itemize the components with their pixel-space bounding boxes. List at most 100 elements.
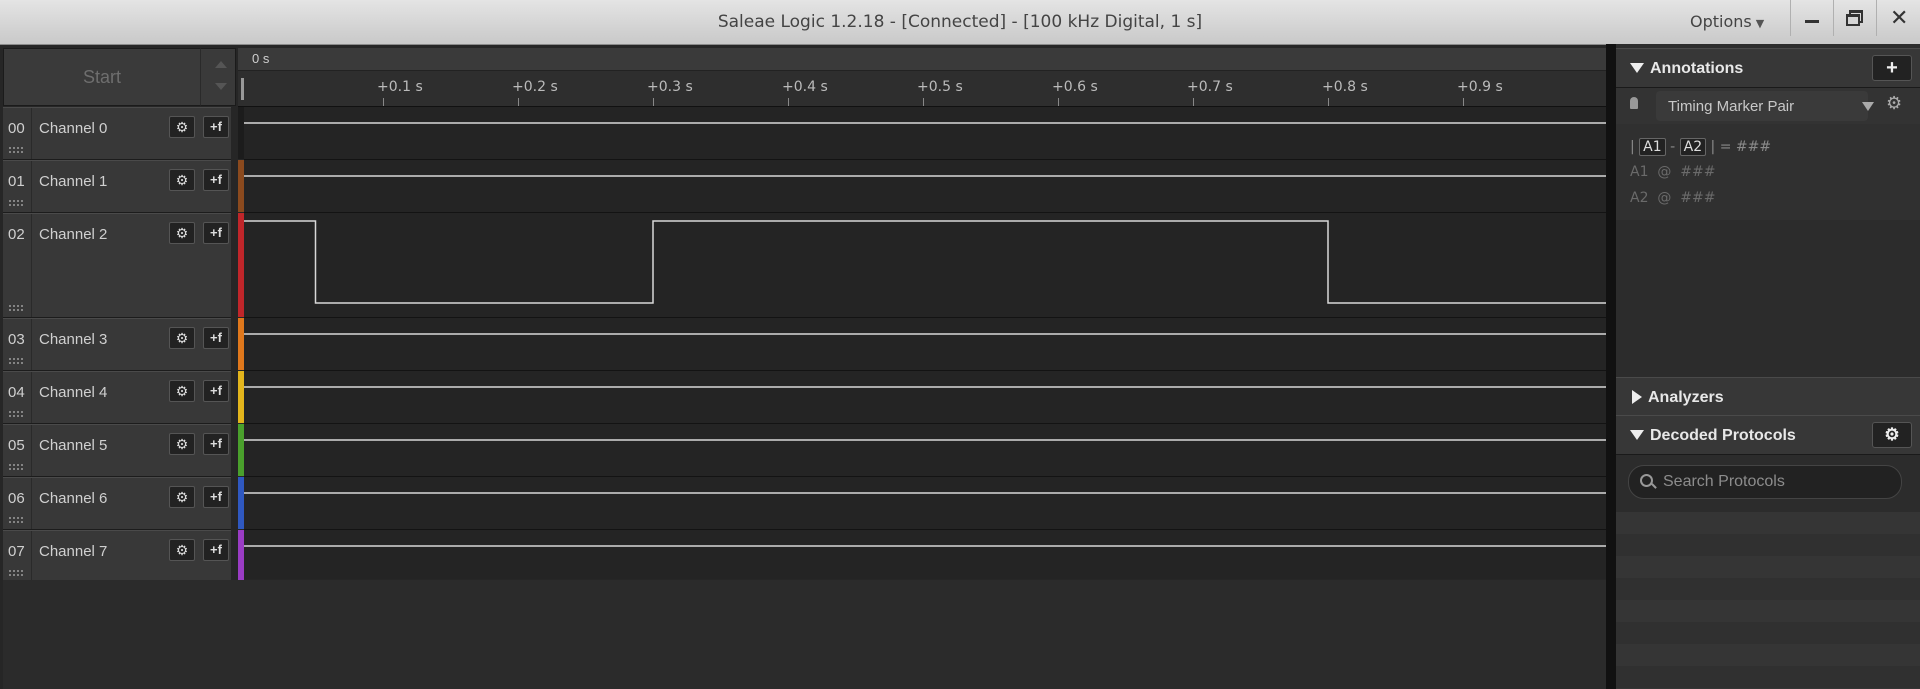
- channel-name[interactable]: Channel 4: [39, 384, 107, 401]
- timeline-left-handle[interactable]: [241, 78, 244, 100]
- options-menu-button[interactable]: Options ▼: [1690, 12, 1764, 31]
- drag-handle-icon[interactable]: [8, 146, 24, 153]
- channel-row-03[interactable]: 03 Channel 3 ⚙ +f: [3, 318, 231, 371]
- trigger-edge-icon: +f: [210, 172, 222, 187]
- timeline-tick-label: +0.5 s: [917, 79, 963, 95]
- decoded-protocols-title: Decoded Protocols: [1650, 427, 1796, 444]
- channel-name[interactable]: Channel 5: [39, 437, 107, 454]
- decoded-protocols-header[interactable]: Decoded Protocols ⚙: [1616, 415, 1920, 455]
- drag-handle-icon[interactable]: [8, 357, 24, 364]
- gear-icon: ⚙: [175, 330, 189, 346]
- channel-name[interactable]: Channel 1: [39, 173, 107, 190]
- channel-settings-button[interactable]: ⚙: [169, 486, 195, 508]
- drag-handle-icon[interactable]: [8, 410, 24, 417]
- drag-handle-icon[interactable]: [8, 516, 24, 523]
- chevron-down-icon[interactable]: [1862, 102, 1874, 111]
- channel-row-07[interactable]: 07 Channel 7 ⚙ +f: [3, 530, 231, 583]
- drag-handle-icon[interactable]: [8, 304, 24, 311]
- formula-minus: -: [1670, 139, 1676, 155]
- drag-handle-icon[interactable]: [8, 463, 24, 470]
- timeline-tick-label: +0.2 s: [512, 79, 558, 95]
- timeline-tick-mark: [1328, 98, 1329, 106]
- marker-a1-value: ###: [1680, 164, 1716, 180]
- trigger-edge-icon: +f: [210, 436, 222, 451]
- marker-a2-badge: A2: [1679, 138, 1707, 156]
- trigger-edge-icon: +f: [210, 383, 222, 398]
- channel-trigger-button[interactable]: +f: [203, 380, 229, 402]
- marker-pin-icon: [1630, 97, 1638, 109]
- spinner-arrows: [207, 55, 235, 99]
- timeline-tick-mark: [923, 98, 924, 106]
- decoded-protocols-list[interactable]: [1616, 512, 1920, 689]
- spinner-up-icon[interactable]: [215, 61, 227, 68]
- add-annotation-button[interactable]: +: [1872, 55, 1912, 81]
- window-title: Saleae Logic 1.2.18 - [Connected] - [100…: [717, 12, 1203, 32]
- analyzers-header[interactable]: Analyzers: [1616, 377, 1920, 417]
- timeline-origin-label: 0 s: [252, 51, 270, 66]
- gear-icon: ⚙: [175, 172, 189, 188]
- channel-name[interactable]: Channel 3: [39, 331, 107, 348]
- analyzers-title: Analyzers: [1648, 389, 1724, 406]
- channel-row-06[interactable]: 06 Channel 6 ⚙ +f: [3, 477, 231, 530]
- channel-row-00[interactable]: 00 Channel 0 ⚙ +f: [3, 107, 231, 160]
- channel-settings-button[interactable]: ⚙: [169, 169, 195, 191]
- channel-row-01[interactable]: 01 Channel 1 ⚙ +f: [3, 160, 231, 213]
- search-protocols-input[interactable]: [1661, 470, 1895, 494]
- drag-handle-icon[interactable]: [8, 569, 24, 576]
- waveform-traces: [244, 122, 1606, 547]
- timeline-tick-mark: [383, 98, 384, 106]
- channel-settings-button[interactable]: ⚙: [169, 539, 195, 561]
- channel-trigger-button[interactable]: +f: [203, 433, 229, 455]
- capture-settings-spinner[interactable]: [200, 48, 236, 106]
- channel-number: 01: [8, 173, 25, 190]
- channel-trigger-button[interactable]: +f: [203, 486, 229, 508]
- search-protocols-field[interactable]: [1628, 465, 1902, 499]
- channel-trigger-button[interactable]: +f: [203, 222, 229, 244]
- channel-trigger-button[interactable]: +f: [203, 169, 229, 191]
- channel-name[interactable]: Channel 6: [39, 490, 107, 507]
- channel-settings-button[interactable]: ⚙: [169, 380, 195, 402]
- channel-name[interactable]: Channel 2: [39, 226, 107, 243]
- start-label: Start: [82, 67, 121, 87]
- timeline-top-strip: [238, 48, 1606, 71]
- marker-pair-label: Timing Marker Pair: [1668, 98, 1795, 115]
- channel-row-02[interactable]: 02 Channel 2 ⚙ +f: [3, 213, 231, 318]
- channel-name[interactable]: Channel 7: [39, 543, 107, 560]
- label-divider: [31, 478, 32, 529]
- marker-a1-badge: A1: [1639, 138, 1666, 156]
- timeline-tick-label: +0.4 s: [782, 79, 828, 95]
- spinner-down-icon[interactable]: [215, 83, 227, 90]
- channel-number: 07: [8, 543, 25, 560]
- gear-icon: ⚙: [175, 119, 189, 135]
- drag-handle-icon[interactable]: [8, 199, 24, 206]
- channel-row-05[interactable]: 05 Channel 5 ⚙ +f: [3, 424, 231, 477]
- channel-name[interactable]: Channel 0: [39, 120, 107, 137]
- gear-icon[interactable]: ⚙: [1886, 93, 1902, 114]
- expand-arrow-icon: [1632, 390, 1642, 404]
- timeline-ruler[interactable]: 0 s +0.1 s +0.2 s +0.3 s +0.4 s +0.5 s +0.6 s…: [238, 48, 1609, 107]
- formula-result: = ###: [1719, 139, 1772, 155]
- restore-button[interactable]: [1833, 0, 1876, 36]
- channel-settings-button[interactable]: ⚙: [169, 327, 195, 349]
- channel-trigger-button[interactable]: +f: [203, 116, 229, 138]
- start-capture-button[interactable]: Start: [3, 48, 201, 106]
- marker-a2-value: ###: [1680, 190, 1716, 206]
- marker-a2-name: A2: [1630, 190, 1649, 206]
- label-divider: [31, 531, 32, 582]
- channel-trigger-button[interactable]: +f: [203, 539, 229, 561]
- panel-splitter[interactable]: [1606, 44, 1616, 689]
- channel-trigger-button[interactable]: +f: [203, 327, 229, 349]
- channel-row-04[interactable]: 04 Channel 4 ⚙ +f: [3, 371, 231, 424]
- channel-number: 05: [8, 437, 25, 454]
- minimize-button[interactable]: [1790, 0, 1833, 36]
- collapse-arrow-icon: [1630, 430, 1644, 440]
- close-button[interactable]: ✕: [1876, 0, 1919, 36]
- channel-settings-button[interactable]: ⚙: [169, 222, 195, 244]
- channel-settings-button[interactable]: ⚙: [169, 116, 195, 138]
- trigger-edge-icon: +f: [210, 119, 222, 134]
- protocols-settings-button[interactable]: ⚙: [1872, 422, 1912, 448]
- annotations-header[interactable]: Annotations +: [1616, 48, 1920, 88]
- gear-icon: ⚙: [175, 225, 189, 241]
- channel-settings-button[interactable]: ⚙: [169, 433, 195, 455]
- timing-marker-pair-row[interactable]: Timing Marker Pair ⚙: [1616, 88, 1920, 124]
